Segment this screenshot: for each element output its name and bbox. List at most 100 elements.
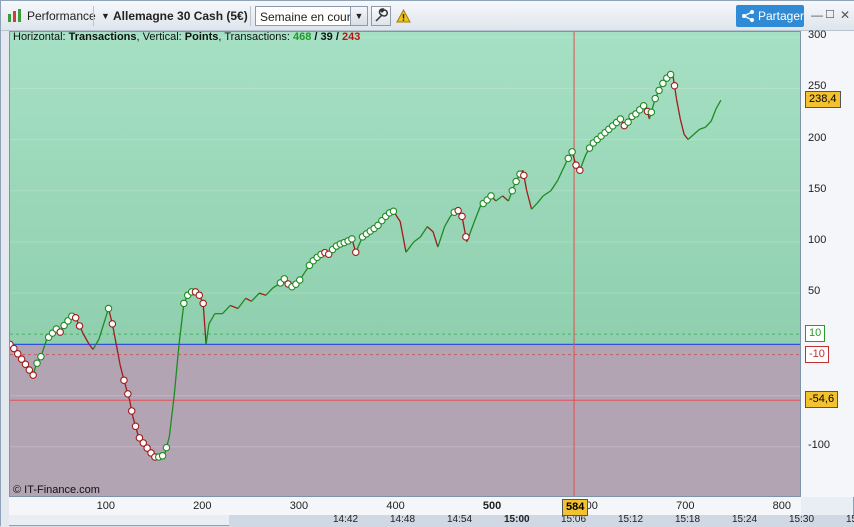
time-tick-label: 15:00 [504, 515, 530, 525]
transaction-marker [180, 299, 188, 308]
transaction-marker [389, 207, 398, 215]
transactions-count-2: 39 [320, 31, 333, 43]
transaction-marker [158, 452, 167, 460]
transactions-total: 468 [293, 31, 312, 43]
transaction-marker [162, 443, 171, 452]
transaction-marker [568, 148, 576, 156]
x-tick-label: 200 [193, 500, 212, 512]
transaction-marker [576, 166, 584, 175]
performance-chart-icon[interactable] [7, 8, 23, 24]
transaction-marker [124, 390, 132, 398]
profit-zone [10, 32, 800, 345]
transaction-marker [454, 206, 462, 215]
transaction-marker [624, 118, 632, 126]
lower-band-badge: -10 [805, 345, 829, 363]
share-button[interactable]: Partager [736, 5, 804, 27]
transaction-marker [508, 186, 516, 195]
transaction-marker [666, 70, 675, 79]
y-tick-label: 50 [808, 285, 821, 298]
transaction-marker [37, 352, 45, 361]
drawdown-badge: -54,6 [805, 391, 839, 409]
chart-canvas [10, 32, 800, 496]
y-tick-label: 200 [808, 131, 827, 144]
chart-info-line: Horizontal: Transactions, Vertical: Poin… [13, 31, 360, 43]
info-slash-1: / [311, 31, 321, 43]
transaction-marker [29, 371, 37, 379]
transactions-count-3: 243 [341, 31, 361, 43]
transaction-marker [75, 322, 84, 330]
x-tick-label: 700 [676, 500, 695, 512]
time-tick-label: 15:06 [561, 515, 587, 525]
transaction-marker [199, 299, 207, 308]
x-axis[interactable]: 100 200 300 400 500 600 700 800 [9, 497, 801, 515]
transaction-marker [651, 94, 659, 103]
transaction-marker [21, 360, 30, 368]
transaction-marker [462, 233, 470, 241]
info-h-value: Transactions [68, 31, 137, 43]
instrument-dropdown-arrow-icon[interactable]: ▼ [101, 11, 110, 21]
info-h-prefix: Horizontal: [13, 31, 69, 43]
y-tick-label: -100 [808, 438, 831, 451]
info-v-value: Points [184, 31, 219, 43]
performance-window: Performance ▼ Allemagne 30 Cash (5€) Sem… [0, 0, 854, 527]
copyright-label: © IT-Finance.com [13, 484, 100, 496]
chevron-down-icon[interactable]: ▼ [350, 7, 367, 25]
y-tick-label: 300 [808, 29, 827, 42]
period-select[interactable]: Semaine en cours ▼ [255, 6, 368, 26]
transaction-marker [104, 304, 113, 313]
info-t-prefix: , Transactions: [218, 31, 294, 43]
transaction-marker [33, 359, 41, 367]
transaction-marker [564, 154, 573, 163]
transaction-marker [127, 407, 136, 415]
transaction-marker [520, 171, 528, 180]
time-axis[interactable]: 14:42 14:48 14:54 15:00 15:06 15:12 15:18 15:24… [229, 515, 854, 527]
transaction-marker [296, 276, 304, 284]
wrench-icon [375, 8, 388, 22]
maximize-icon[interactable]: ☐ [825, 8, 835, 21]
close-icon[interactable]: ✕ [840, 8, 850, 22]
transaction-marker [56, 328, 64, 336]
transaction-marker [131, 422, 140, 431]
period-select-value: Semaine en cours [260, 10, 357, 24]
transaction-marker [195, 291, 204, 299]
settings-wrench-button[interactable] [371, 6, 391, 26]
y-tick-label: 100 [808, 233, 827, 246]
transaction-marker [487, 192, 495, 200]
time-tick-label: 14:54 [447, 515, 473, 525]
x-tick-label: 800 [772, 500, 792, 512]
time-tick-label: 15:24 [732, 515, 758, 525]
transaction-marker [616, 115, 625, 123]
transaction-marker [639, 101, 648, 110]
x-tick-label: 300 [289, 500, 309, 512]
transaction-marker [458, 212, 466, 221]
info-v-prefix: , Vertical: [136, 31, 185, 43]
info-slash-2: / [332, 31, 342, 43]
transaction-marker [71, 313, 80, 322]
transaction-marker [647, 108, 656, 116]
transaction-marker [512, 177, 520, 186]
x-tick-label: 100 [96, 500, 115, 512]
performance-chart[interactable] [9, 31, 801, 497]
transaction-marker [655, 86, 663, 95]
time-tick-label: 15:30 [789, 515, 815, 525]
current-value-badge: 238,4 [805, 91, 841, 109]
share-button-label: Partager [758, 9, 805, 23]
time-tick-label: 14:48 [390, 515, 416, 525]
transaction-marker [670, 82, 679, 90]
upper-band-badge: 10 [805, 325, 826, 343]
toolbar: Performance ▼ Allemagne 30 Cash (5€) Sem… [1, 1, 854, 31]
instrument-name[interactable]: Allemagne 30 Cash (5€) [113, 9, 248, 23]
time-tick-label: 15:12 [618, 515, 644, 525]
share-icon [742, 10, 754, 22]
x-tick-label: 500 [482, 500, 502, 512]
left-panel-edge [1, 31, 9, 527]
y-tick-label: 150 [808, 182, 827, 195]
cursor-x-badge: 584 [562, 499, 589, 516]
performance-tab-label[interactable]: Performance [27, 9, 96, 23]
transaction-marker [348, 235, 356, 243]
time-tick-label: 15:18 [675, 515, 701, 525]
minimize-icon[interactable]: — [811, 8, 823, 22]
transaction-marker [120, 376, 128, 384]
warning-icon[interactable] [396, 8, 411, 28]
transaction-marker [108, 320, 117, 328]
